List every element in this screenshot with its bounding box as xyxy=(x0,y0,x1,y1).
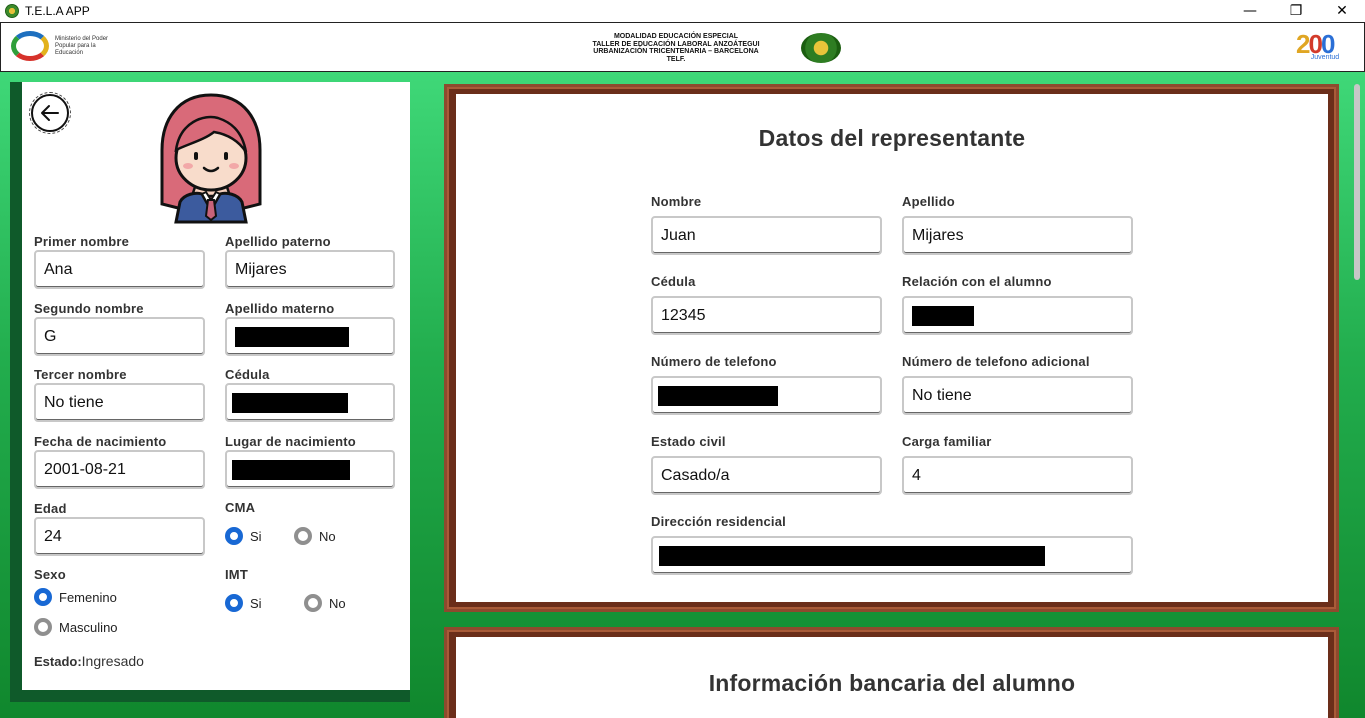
rep-carga-familiar-field[interactable]: 4 xyxy=(902,456,1133,495)
primer-nombre-field[interactable]: Ana xyxy=(34,250,205,289)
lugar-nacimiento-field[interactable] xyxy=(225,450,395,489)
sexo-radio-masculino[interactable]: Masculino xyxy=(34,618,118,636)
school-line: TALLER DE EDUCACIÓN LABORAL ANZOÁTEGUI xyxy=(592,40,760,48)
rep-telefono-adicional-label: Número de telefono adicional xyxy=(902,354,1090,369)
sexo-radio-femenino[interactable]: Femenino xyxy=(34,588,117,606)
school-line: URBANIZACIÓN TRICENTENARIA – BARCELONA xyxy=(593,48,759,55)
anniversary-logo: 200 Juventud xyxy=(1296,31,1354,63)
school-line: MODALIDAD EDUCACIÓN ESPECIAL xyxy=(613,33,739,40)
rep-carga-familiar-label: Carga familiar xyxy=(902,434,992,449)
edad-label: Edad xyxy=(34,501,67,516)
rep-estado-civil-label: Estado civil xyxy=(651,434,726,449)
rep-telefono-adicional-field[interactable]: No tiene xyxy=(902,376,1133,415)
radio-unselected-icon xyxy=(304,594,322,612)
radio-selected-icon xyxy=(225,527,243,545)
page-scrollbar[interactable] xyxy=(1354,84,1360,280)
back-button[interactable] xyxy=(29,92,71,134)
arrow-left-icon xyxy=(41,105,59,121)
apellido-materno-label: Apellido materno xyxy=(225,301,335,316)
school-info: MODALIDAD EDUCACIÓN ESPECIAL TALLER DE E… xyxy=(561,33,791,63)
rep-cedula-label: Cédula xyxy=(651,274,696,289)
bancaria-title: Información bancaria del alumno xyxy=(708,670,1076,696)
app-logo-icon xyxy=(5,4,19,18)
redacted-value xyxy=(232,459,350,480)
rep-apellido-label: Apellido xyxy=(902,194,955,209)
cma-radio-no[interactable]: No xyxy=(294,527,336,545)
radio-label: Femenino xyxy=(59,589,117,605)
primer-nombre-label: Primer nombre xyxy=(34,234,130,249)
radio-unselected-icon xyxy=(294,527,312,545)
estado-status: Estado:Ingresado xyxy=(34,653,144,669)
segundo-nombre-field[interactable]: G xyxy=(34,317,205,356)
rep-nombre-field[interactable]: Juan xyxy=(651,216,882,255)
window-controls: — ❐ ✕ xyxy=(1227,0,1365,22)
minimize-icon[interactable]: — xyxy=(1227,0,1273,22)
window-titlebar: T.E.L.A APP — ❐ ✕ xyxy=(0,0,1365,22)
apellido-paterno-field[interactable]: Mijares xyxy=(225,250,395,289)
imt-radio-si[interactable]: Si xyxy=(225,594,262,612)
rep-relacion-field[interactable] xyxy=(902,296,1133,335)
fecha-nacimiento-field[interactable]: 2001-08-21 xyxy=(34,450,205,489)
ministry-logo: Ministerio del Poder Popular para la Edu… xyxy=(11,31,125,61)
student-avatar xyxy=(160,93,262,224)
cedula-field[interactable] xyxy=(225,383,395,422)
radio-selected-icon xyxy=(34,588,52,606)
redacted-value xyxy=(912,305,974,326)
segundo-nombre-label: Segundo nombre xyxy=(34,301,144,316)
estado-label: Estado: xyxy=(34,654,82,669)
representante-panel xyxy=(456,94,1328,602)
close-icon[interactable]: ✕ xyxy=(1319,0,1365,22)
radio-label: No xyxy=(319,528,336,544)
redacted-value xyxy=(659,545,1045,566)
radio-label: Si xyxy=(250,528,262,544)
radio-selected-icon xyxy=(225,594,243,612)
rep-telefono-label: Número de telefono xyxy=(651,354,777,369)
header-banner: Ministerio del Poder Popular para la Edu… xyxy=(0,22,1365,72)
rep-relacion-label: Relación con el alumno xyxy=(902,274,1052,289)
rep-telefono-field[interactable] xyxy=(651,376,882,415)
edad-field[interactable]: 24 xyxy=(34,517,205,556)
tercer-nombre-field[interactable]: No tiene xyxy=(34,383,205,422)
redacted-value xyxy=(235,326,349,347)
rep-apellido-field[interactable]: Mijares xyxy=(902,216,1133,255)
rep-cedula-field[interactable]: 12345 xyxy=(651,296,882,335)
radio-label: Si xyxy=(250,595,262,611)
imt-radio-no[interactable]: No xyxy=(304,594,346,612)
cedula-label: Cédula xyxy=(225,367,270,382)
rep-nombre-label: Nombre xyxy=(651,194,702,209)
cma-radio-si[interactable]: Si xyxy=(225,527,262,545)
rep-estado-civil-field[interactable]: Casado/a xyxy=(651,456,882,495)
representante-title: Datos del representante xyxy=(758,125,1026,151)
cma-label: CMA xyxy=(225,500,256,515)
redacted-value xyxy=(232,392,348,413)
school-line: TELF. xyxy=(666,55,686,63)
school-seal-icon xyxy=(797,33,845,63)
rep-direccion-field[interactable] xyxy=(651,536,1133,575)
apellido-paterno-label: Apellido paterno xyxy=(225,234,331,249)
maximize-icon[interactable]: ❐ xyxy=(1273,0,1319,22)
estado-value: Ingresado xyxy=(81,653,144,669)
imt-label: IMT xyxy=(225,567,248,582)
ministry-emblem-icon xyxy=(11,31,49,61)
radio-label: No xyxy=(329,595,346,611)
ministry-text: Ministerio del Poder Popular para la Edu… xyxy=(55,35,109,56)
tercer-nombre-label: Tercer nombre xyxy=(34,367,127,382)
redacted-value xyxy=(658,385,778,406)
apellido-materno-field[interactable] xyxy=(225,317,395,356)
window-title: T.E.L.A APP xyxy=(25,4,90,18)
school-header: MODALIDAD EDUCACIÓN ESPECIAL TALLER DE E… xyxy=(561,33,845,63)
rep-direccion-label: Dirección residencial xyxy=(651,514,786,529)
sexo-label: Sexo xyxy=(34,567,66,582)
fecha-nacimiento-label: Fecha de nacimiento xyxy=(34,434,167,449)
lugar-nacimiento-label: Lugar de nacimiento xyxy=(225,434,356,449)
radio-label: Masculino xyxy=(59,619,118,635)
radio-unselected-icon xyxy=(34,618,52,636)
